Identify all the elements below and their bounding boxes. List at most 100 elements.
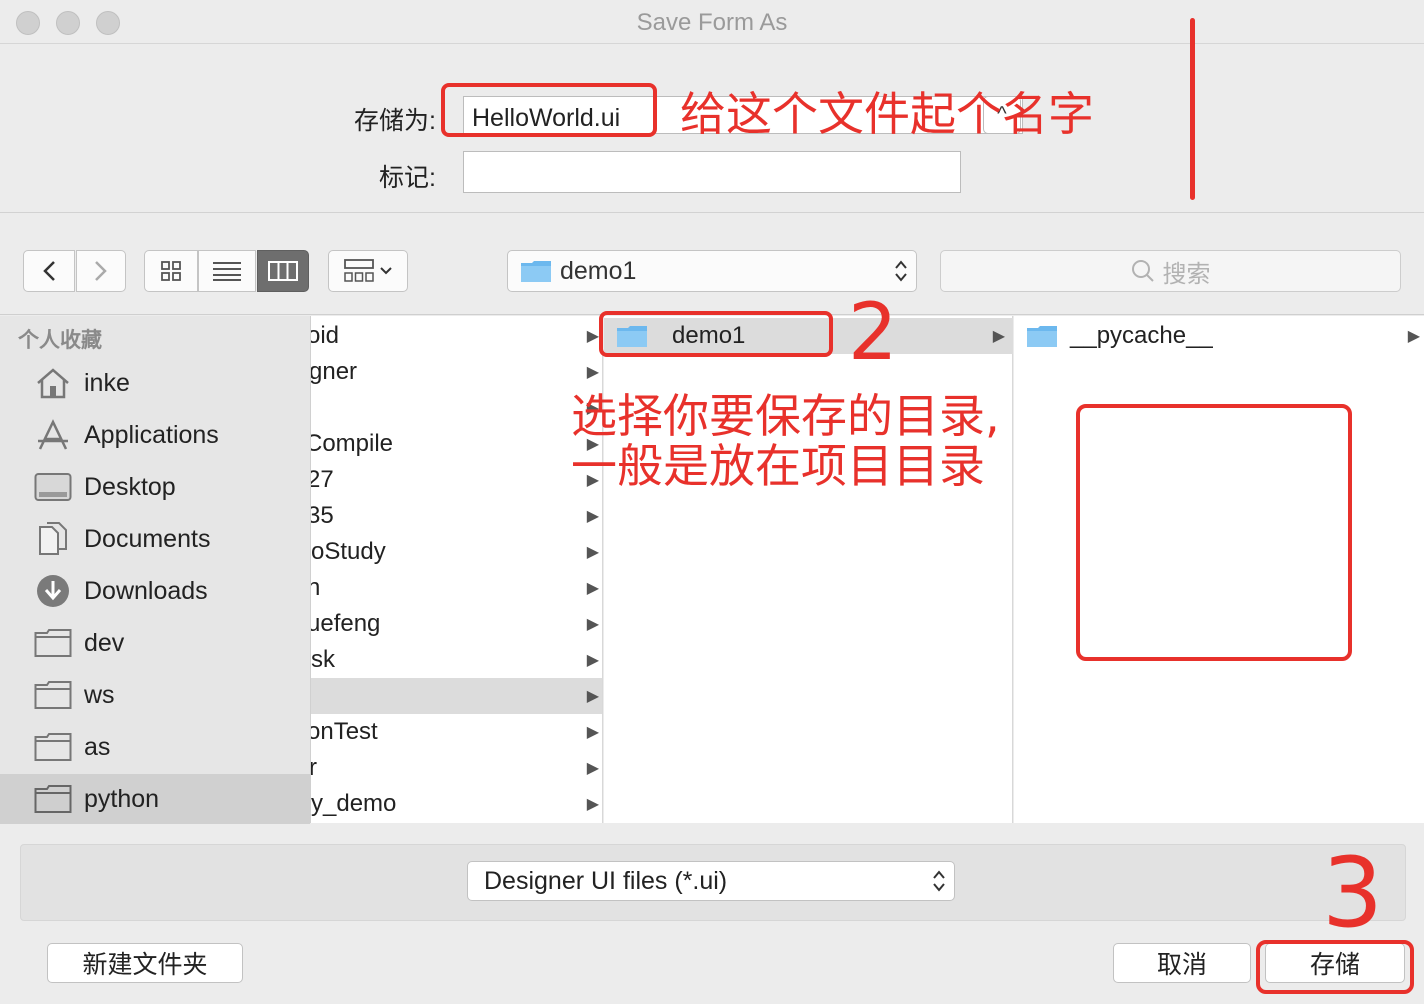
list-item[interactable]: 27▶ — [311, 462, 602, 498]
sidebar-header: 个人收藏 — [18, 329, 102, 352]
list-item[interactable]: y_demo ▶ — [311, 786, 602, 822]
home-icon — [34, 366, 72, 400]
chevron-left-icon — [43, 261, 55, 281]
list-item-label: uefeng — [311, 610, 381, 637]
list-item[interactable]: ▶ — [311, 390, 602, 426]
folder-item-pycache[interactable]: __pycache__ ▶ — [1014, 318, 1424, 354]
new-folder-button[interactable]: 新建文件夹 — [47, 943, 243, 983]
documents-icon — [34, 522, 72, 556]
list-item[interactable]: oStudy ▶ — [311, 534, 602, 570]
updown-arrows-icon — [895, 260, 907, 282]
save-as-label: 存储为: — [354, 107, 436, 135]
list-item[interactable]: r▶ — [311, 750, 602, 786]
list-item-label: 27 — [311, 466, 334, 493]
tags-input[interactable] — [463, 151, 961, 193]
sidebar-item-ws[interactable]: ws — [0, 670, 310, 720]
search-icon — [1131, 260, 1154, 282]
sidebar-item-applications[interactable]: Applications — [0, 410, 310, 460]
folder-icon — [34, 782, 72, 816]
sidebar-item-inke[interactable]: inke — [0, 358, 310, 408]
disclosure-arrow-icon: ▶ — [586, 328, 599, 345]
disclosure-arrow-icon: ▶ — [992, 328, 1005, 345]
sidebar-item-label: Desktop — [84, 472, 176, 501]
forward-button[interactable] — [76, 250, 126, 292]
icon-view-button[interactable] — [144, 250, 198, 292]
columns-icon — [268, 261, 298, 281]
sidebar-item-label: as — [84, 732, 111, 761]
list-item-selected[interactable]: ▶ — [311, 678, 602, 714]
sidebar-item-desktop[interactable]: Desktop — [0, 462, 310, 512]
sidebar-item-downloads[interactable]: Downloads — [0, 566, 310, 616]
disclosure-arrow-icon: ▶ — [586, 508, 599, 525]
sidebar-item-as[interactable]: as — [0, 722, 310, 772]
chevron-right-icon — [95, 261, 107, 281]
grid-icon — [161, 261, 181, 281]
downloads-icon — [34, 574, 72, 608]
list-item[interactable]: sk ▶ — [311, 642, 602, 678]
list-item-label: Compile — [311, 430, 394, 457]
list-view-button[interactable] — [198, 250, 256, 292]
list-item-label: oid — [311, 322, 340, 349]
column-view-button[interactable] — [257, 250, 309, 292]
window-title: Save Form As — [636, 9, 788, 36]
list-item-label: oStudy — [311, 538, 386, 565]
disclosure-arrow-icon: ▶ — [586, 724, 599, 741]
path-popup[interactable]: demo1 — [507, 250, 917, 292]
sidebar-item-label: Downloads — [84, 576, 208, 605]
disclosure-arrow-icon: ▶ — [586, 544, 599, 561]
list-item-label: gner — [311, 358, 358, 385]
list-item-label: r — [311, 754, 317, 782]
browser-column-1[interactable]: oid▶ gner▶ ▶ Compile▶ 27▶ 35▶ oStudy▶ n▶… — [311, 316, 603, 823]
folder-icon — [34, 626, 72, 660]
sidebar-item-label: ws — [84, 680, 115, 709]
disclosure-arrow-icon: ▶ — [586, 364, 599, 381]
annotation-demo1-box — [599, 311, 833, 357]
sidebar-item-dev[interactable]: dev — [0, 618, 310, 668]
sidebar-item-documents[interactable]: Documents — [0, 514, 310, 564]
list-item[interactable]: gner ▶ — [311, 354, 602, 390]
disclosure-arrow-icon: ▶ — [586, 688, 599, 705]
list-item[interactable]: oid ▶ — [311, 318, 602, 354]
annotation-empty-box — [1076, 404, 1352, 661]
cancel-button[interactable]: 取消 — [1113, 943, 1251, 983]
disclosure-arrow-icon: ▶ — [586, 760, 599, 777]
back-button[interactable] — [23, 250, 75, 292]
list-item-label: 35 — [311, 502, 334, 529]
applications-icon — [34, 418, 72, 452]
path-value: demo1 — [560, 256, 637, 285]
list-item-label: y_demo — [311, 790, 397, 817]
list-icon — [213, 262, 241, 281]
sidebar-item-label: Documents — [84, 524, 211, 553]
gallery-view-button[interactable] — [328, 250, 408, 292]
search-input[interactable]: 搜索 — [940, 250, 1401, 292]
list-item[interactable]: Compile ▶ — [311, 426, 602, 462]
gallery-icon — [344, 259, 374, 282]
list-item-label: sk — [311, 646, 335, 673]
annotation-name-note: 给这个文件起个名字 — [680, 87, 1094, 141]
disclosure-arrow-icon: ▶ — [1407, 328, 1420, 345]
list-item-label: n — [311, 574, 320, 602]
disclosure-arrow-icon: ▶ — [586, 616, 599, 633]
file-format-select[interactable]: Designer UI files (*.ui) — [467, 861, 955, 901]
annotation-dir-note-line1: 选择你要保存的目录, — [571, 389, 1000, 443]
annotation-step3-mark: 3 — [1322, 837, 1384, 949]
sidebar-item-label: python — [84, 784, 160, 813]
disclosure-arrow-icon: ▶ — [586, 652, 599, 669]
list-item[interactable]: onTest ▶ — [311, 714, 602, 750]
updown-arrows-icon — [933, 870, 945, 892]
list-item[interactable]: uefeng ▶ — [311, 606, 602, 642]
annotation-save-box — [1256, 940, 1414, 994]
search-placeholder: 搜索 — [1162, 260, 1211, 288]
sidebar-item-label: inke — [84, 368, 130, 397]
annotation-dir-note-line2: 一般是放在项目目录 — [571, 439, 985, 493]
folder-icon — [34, 678, 72, 712]
tags-label: 标记: — [379, 164, 436, 192]
list-item[interactable]: 35 ▶ — [311, 498, 602, 534]
folder-icon — [34, 730, 72, 764]
list-item-label: onTest — [311, 718, 378, 745]
desktop-icon — [34, 470, 72, 504]
filename-value: HelloWorld.ui — [472, 104, 621, 132]
list-item[interactable]: n▶ — [311, 570, 602, 606]
folder-icon — [1027, 326, 1057, 347]
sidebar-item-python[interactable]: python — [0, 774, 310, 824]
